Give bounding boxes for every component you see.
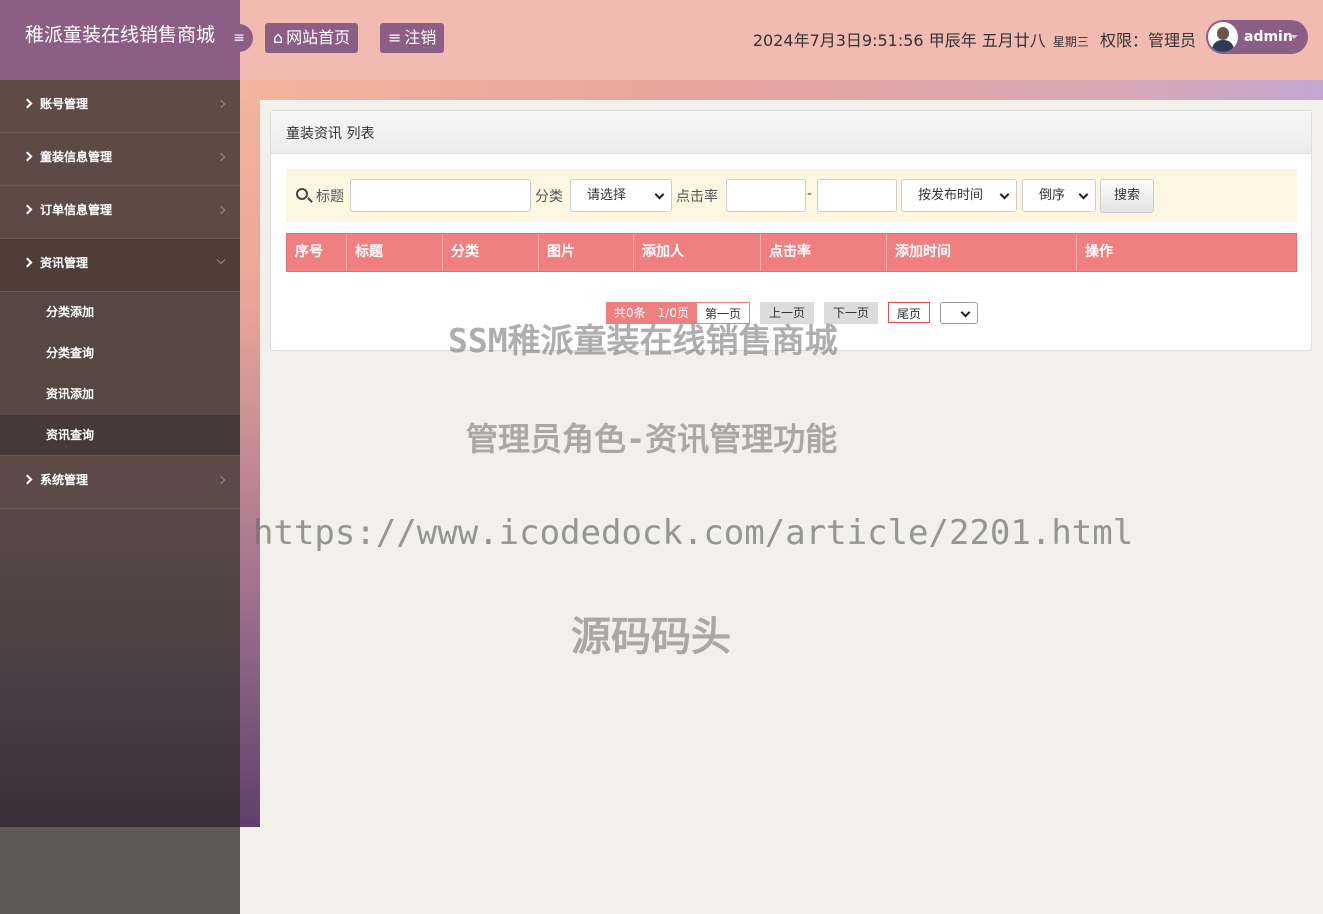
decorative-strip xyxy=(240,80,260,827)
sidebar-submenu: 分类添加 分类查询 资讯添加 资讯查询 xyxy=(0,292,240,456)
sidebar-subitem-category-query[interactable]: 分类查询 xyxy=(0,333,240,374)
sidebar-subitem-news-query[interactable]: 资讯查询 xyxy=(0,415,240,456)
chevron-icon xyxy=(216,475,226,485)
sidebar-item-label: 资讯管理 xyxy=(40,256,89,270)
home-button-label: 网站首页 xyxy=(286,28,351,47)
chevron-icon xyxy=(216,152,226,162)
sort-select[interactable]: 按发布时间 xyxy=(901,179,1017,212)
user-menu[interactable]: admin xyxy=(1206,20,1308,54)
watermark-subtitle: 管理员角色-资讯管理功能 xyxy=(466,420,838,458)
role: 权限：管理员 xyxy=(1099,31,1196,50)
col-actions: 操作 xyxy=(1085,244,1113,260)
sidebar-item-label: 系统管理 xyxy=(40,473,89,487)
sidebar-item-orders[interactable]: 订单信息管理 xyxy=(0,186,240,239)
category-select[interactable]: 请选择 xyxy=(570,179,672,212)
clicks-max-input[interactable] xyxy=(817,179,897,212)
chevron-icon xyxy=(216,205,226,215)
sidebar-item-system[interactable]: 系统管理 xyxy=(0,456,240,509)
chevron-right-icon xyxy=(22,98,33,109)
list-icon: ≡ xyxy=(388,28,402,47)
sidebar-item-news[interactable]: 资讯管理 xyxy=(0,239,240,292)
clicks-min-input[interactable] xyxy=(726,179,806,212)
watermark-source: 源码码头 xyxy=(571,614,731,660)
content-topbar xyxy=(240,80,1323,100)
sidebar-item-label: 订单信息管理 xyxy=(40,203,113,217)
sidebar-item-clothing[interactable]: 童装信息管理 xyxy=(0,133,240,186)
sidebar-item-account[interactable]: 账号管理 xyxy=(0,80,240,133)
watermark-url: https://www.icodedock.com/article/2201.h… xyxy=(253,513,1134,553)
clicks-label: 点击率 xyxy=(676,189,718,205)
col-title: 标题 xyxy=(347,234,443,271)
category-label: 分类 xyxy=(535,189,563,205)
table-header: 序号 标题 分类 图片 添加人 点击率 添加时间 操作 xyxy=(286,233,1297,272)
sidebar-item-label: 童装信息管理 xyxy=(40,150,113,164)
brand-title: 稚派童装在线销售商城 xyxy=(0,0,240,80)
menu-toggle-icon[interactable]: ≡ xyxy=(225,24,253,52)
col-image: 图片 xyxy=(539,234,634,271)
chevron-icon xyxy=(216,99,226,109)
col-added-time: 添加时间 xyxy=(887,234,1077,271)
col-index: 序号 xyxy=(287,234,347,271)
panel-title: 童装资讯 列表 xyxy=(271,111,1311,154)
logout-button-label: 注销 xyxy=(404,28,437,47)
home-button[interactable]: ⌂ 网站首页 xyxy=(265,23,359,53)
username: admin xyxy=(1244,29,1293,45)
col-author: 添加人 xyxy=(634,234,761,271)
pager-last-button[interactable]: 尾页 xyxy=(888,302,930,323)
sidebar-footer xyxy=(0,827,240,914)
datetime: 2024年7月3日9:51:56 甲辰年 五月廿八 xyxy=(752,31,1046,50)
caret-down-icon xyxy=(1290,35,1298,39)
chevron-right-icon xyxy=(22,204,33,215)
watermark-title: SSM稚派童装在线销售商城 xyxy=(448,321,838,360)
weekday: 星期三 xyxy=(1052,35,1089,49)
search-bar: 标题 分类 请选择 点击率 - 按发布时间 倒序 搜索 xyxy=(286,169,1297,222)
range-dash: - xyxy=(807,186,813,202)
title-input[interactable] xyxy=(350,179,531,212)
sidebar: 账号管理 童装信息管理 订单信息管理 资讯管理 分类添加 分类查询 资讯添加 资… xyxy=(0,80,240,827)
chevron-down-icon xyxy=(216,255,226,265)
title-label: 标题 xyxy=(316,189,344,205)
search-icon xyxy=(296,188,308,200)
sidebar-item-label: 账号管理 xyxy=(40,97,89,111)
header-info: 2024年7月3日9:51:56 甲辰年 五月廿八 星期三 权限：管理员 xyxy=(753,27,1196,51)
avatar xyxy=(1208,22,1238,52)
sidebar-subitem-news-add[interactable]: 资讯添加 xyxy=(0,374,240,415)
home-icon: ⌂ xyxy=(273,28,284,47)
search-button[interactable]: 搜索 xyxy=(1100,179,1154,213)
chevron-right-icon xyxy=(22,257,33,268)
header: 稚派童装在线销售商城 ≡ ⌂ 网站首页 ≡ 注销 2024年7月3日9:51:56 … xyxy=(0,0,1323,80)
sidebar-subitem-category-add[interactable]: 分类添加 xyxy=(0,292,240,333)
pager-page-select[interactable] xyxy=(940,302,978,324)
col-category: 分类 xyxy=(443,234,539,271)
chevron-right-icon xyxy=(22,151,33,162)
col-clicks: 点击率 xyxy=(761,234,887,271)
logout-button[interactable]: ≡ 注销 xyxy=(380,23,445,53)
chevron-right-icon xyxy=(22,474,33,485)
order-select[interactable]: 倒序 xyxy=(1022,179,1096,212)
